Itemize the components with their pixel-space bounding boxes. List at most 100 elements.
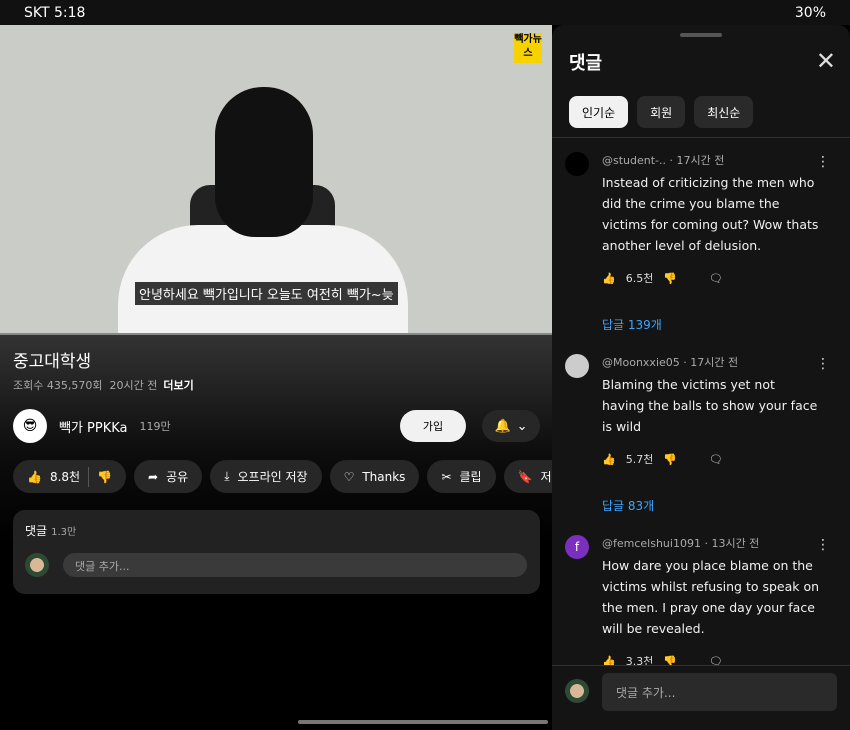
comment-text: Instead of criticizing the men who did t… (602, 175, 819, 253)
tab-newest[interactable]: 최신순 (694, 96, 754, 128)
comments-header: 댓글 1.3만 (25, 522, 76, 539)
close-icon[interactable]: ✕ (816, 49, 836, 73)
download-label: 오프라인 저장 (237, 470, 308, 484)
share-label: 공유 (166, 470, 189, 484)
thanks-label: Thanks (362, 469, 406, 484)
more-options-icon[interactable]: ⋮ (816, 154, 830, 170)
clip-label: 클립 (459, 470, 482, 484)
tab-members[interactable]: 회원 (637, 96, 686, 128)
avatar-initial: f (574, 540, 580, 554)
channel-logo-watermark: 빽가뉴스 (514, 33, 542, 63)
like-count: 8.8천 (49, 470, 81, 484)
panel-title: 댓글 (569, 53, 603, 74)
comment-like-count: 6.5천 (625, 272, 654, 285)
more-options-icon[interactable]: ⋮ (816, 537, 830, 553)
clip-button[interactable]: ✂ 클립 (427, 460, 496, 493)
thumbs-down-icon[interactable]: 👎 (663, 453, 677, 466)
comment-actions: 👍 3.3천 👎 🗨 (602, 653, 820, 666)
video-caption: 안녕하세요 빽가입니다 오늘도 여전히 빽가~늦 (135, 282, 398, 305)
channel-name[interactable]: 빽가 PPKKa (59, 417, 128, 436)
download-icon: ⤓ (224, 469, 230, 483)
sort-tabs: 인기순 회원 최신순 (569, 96, 754, 128)
battery-level: 30% (794, 4, 826, 21)
comment-actions: 👍 6.5천 👎 🗨 (602, 270, 820, 286)
commenter-avatar[interactable] (565, 152, 589, 176)
video-title: 중고대학생 (13, 352, 92, 372)
comment-author[interactable]: @Moonxxie05 (602, 356, 680, 369)
comment-meta: @femcelshui1091 · 13시간 전 (602, 537, 760, 550)
comment-count: 1.3만 (51, 527, 77, 538)
channel-avatar[interactable]: 😎 (13, 409, 47, 443)
user-avatar (565, 679, 589, 703)
comment-compose: 댓글 추가... (552, 665, 850, 730)
replies-link[interactable]: 답글 139개 (602, 316, 820, 340)
thumbs-up-icon[interactable]: 👍 (602, 453, 616, 466)
thumbs-down-icon[interactable]: 👎 (663, 655, 677, 666)
reply-icon[interactable]: 🗨 (709, 453, 723, 466)
comment-time: 13시간 전 (711, 537, 760, 550)
comment-list[interactable]: @student-.. · 17시간 전 ⋮ Instead of critic… (552, 138, 850, 665)
video-person-head (215, 87, 313, 237)
join-button[interactable]: 가입 (400, 410, 466, 442)
comment-meta: @Moonxxie05 · 17시간 전 (602, 356, 739, 369)
scissors-icon: ✂ (441, 469, 452, 484)
carrier-time: SKT 5:18 (24, 4, 86, 21)
thumbs-down-icon[interactable]: 👎 (663, 272, 677, 285)
heart-dollar-icon: ♡ (343, 469, 355, 484)
comment-time: 17시간 전 (690, 356, 739, 369)
video-person-body (118, 225, 408, 335)
commenter-avatar[interactable] (565, 354, 589, 378)
share-icon: ➦ (148, 469, 159, 484)
share-button[interactable]: ➦ 공유 (134, 460, 203, 493)
comment: @Moonxxie05 · 17시간 전 ⋮ Blaming the victi… (552, 340, 850, 521)
comment-input[interactable]: 댓글 추가... (602, 673, 837, 711)
video-pane: 빽가뉴스 안녕하세요 빽가입니다 오늘도 여전히 빽가~늦 중고대학생 조회수 … (0, 25, 577, 730)
comments-panel: 댓글 ✕ 인기순 회원 최신순 @student-.. · 17시간 전 ⋮ I… (552, 25, 850, 730)
video-meta: 조회수 435,570회 20시간 전 더보기 (13, 377, 194, 393)
user-avatar (25, 553, 49, 577)
notification-button[interactable]: 🔔 ⌄ (482, 410, 540, 442)
comment: @student-.. · 17시간 전 ⋮ Instead of critic… (552, 138, 850, 340)
comment-like-count: 5.7천 (625, 453, 654, 466)
comments-label: 댓글 (25, 524, 48, 538)
like-dislike-button[interactable]: 👍 8.8천 👎 (13, 460, 127, 493)
drag-handle[interactable] (680, 33, 722, 37)
comment-time: 17시간 전 (676, 154, 725, 167)
thumbs-up-icon: 👍 (27, 469, 42, 484)
thanks-button[interactable]: ♡ Thanks (329, 460, 420, 493)
download-button[interactable]: ⤓ 오프라인 저장 (210, 460, 322, 493)
action-bar: 👍8.8천👎 ➦공유 ⤓오프라인 저장 ♡Thanks ✂클립 🔖저장 (13, 460, 577, 493)
comment-author[interactable]: @femcelshui1091 (602, 537, 701, 550)
replies-link[interactable]: 답글 83개 (602, 497, 820, 521)
view-count: 조회수 435,570회 (13, 379, 103, 392)
divider (88, 466, 90, 487)
thumbs-down-icon[interactable]: 👎 (97, 470, 112, 484)
video-player[interactable]: 빽가뉴스 안녕하세요 빽가입니다 오늘도 여전히 빽가~늦 (0, 25, 552, 335)
comment-like-count: 3.3천 (625, 655, 654, 665)
reply-icon[interactable]: 🗨 (709, 272, 723, 285)
thumbs-up-icon[interactable]: 👍 (602, 655, 616, 666)
home-indicator (298, 720, 548, 724)
comment-author[interactable]: @student-.. (602, 154, 666, 167)
reply-icon[interactable]: 🗨 (709, 655, 723, 666)
upload-age: 20시간 전 (109, 379, 158, 392)
bookmark-icon: 🔖 (517, 469, 533, 484)
thumbs-up-icon[interactable]: 👍 (602, 272, 616, 285)
progress-bar[interactable] (0, 333, 552, 335)
commenter-avatar[interactable]: f (565, 535, 589, 559)
comment-actions: 👍 5.7천 👎 🗨 (602, 451, 820, 467)
comments-card[interactable]: 댓글 1.3만 댓글 추가... (13, 510, 540, 594)
bell-icon: 🔔 (494, 418, 511, 434)
status-bar: SKT 5:18 30% (0, 0, 850, 25)
more-options-icon[interactable]: ⋮ (816, 356, 830, 372)
tab-popular[interactable]: 인기순 (569, 96, 629, 128)
more-link[interactable]: 더보기 (163, 379, 193, 392)
comment-text: Blaming the victims yet not having the b… (602, 377, 818, 434)
subscriber-count: 119만 (139, 420, 171, 433)
comment: f @femcelshui1091 · 13시간 전 ⋮ How dare yo… (552, 521, 850, 665)
channel-row: 😎 빽가 PPKKa 119만 가입 🔔 ⌄ (13, 409, 540, 443)
comment-meta: @student-.. · 17시간 전 (602, 154, 725, 167)
comment-input[interactable]: 댓글 추가... (63, 553, 527, 577)
chevron-down-icon: ⌄ (516, 418, 528, 434)
comment-text: How dare you place blame on the victims … (602, 558, 820, 636)
